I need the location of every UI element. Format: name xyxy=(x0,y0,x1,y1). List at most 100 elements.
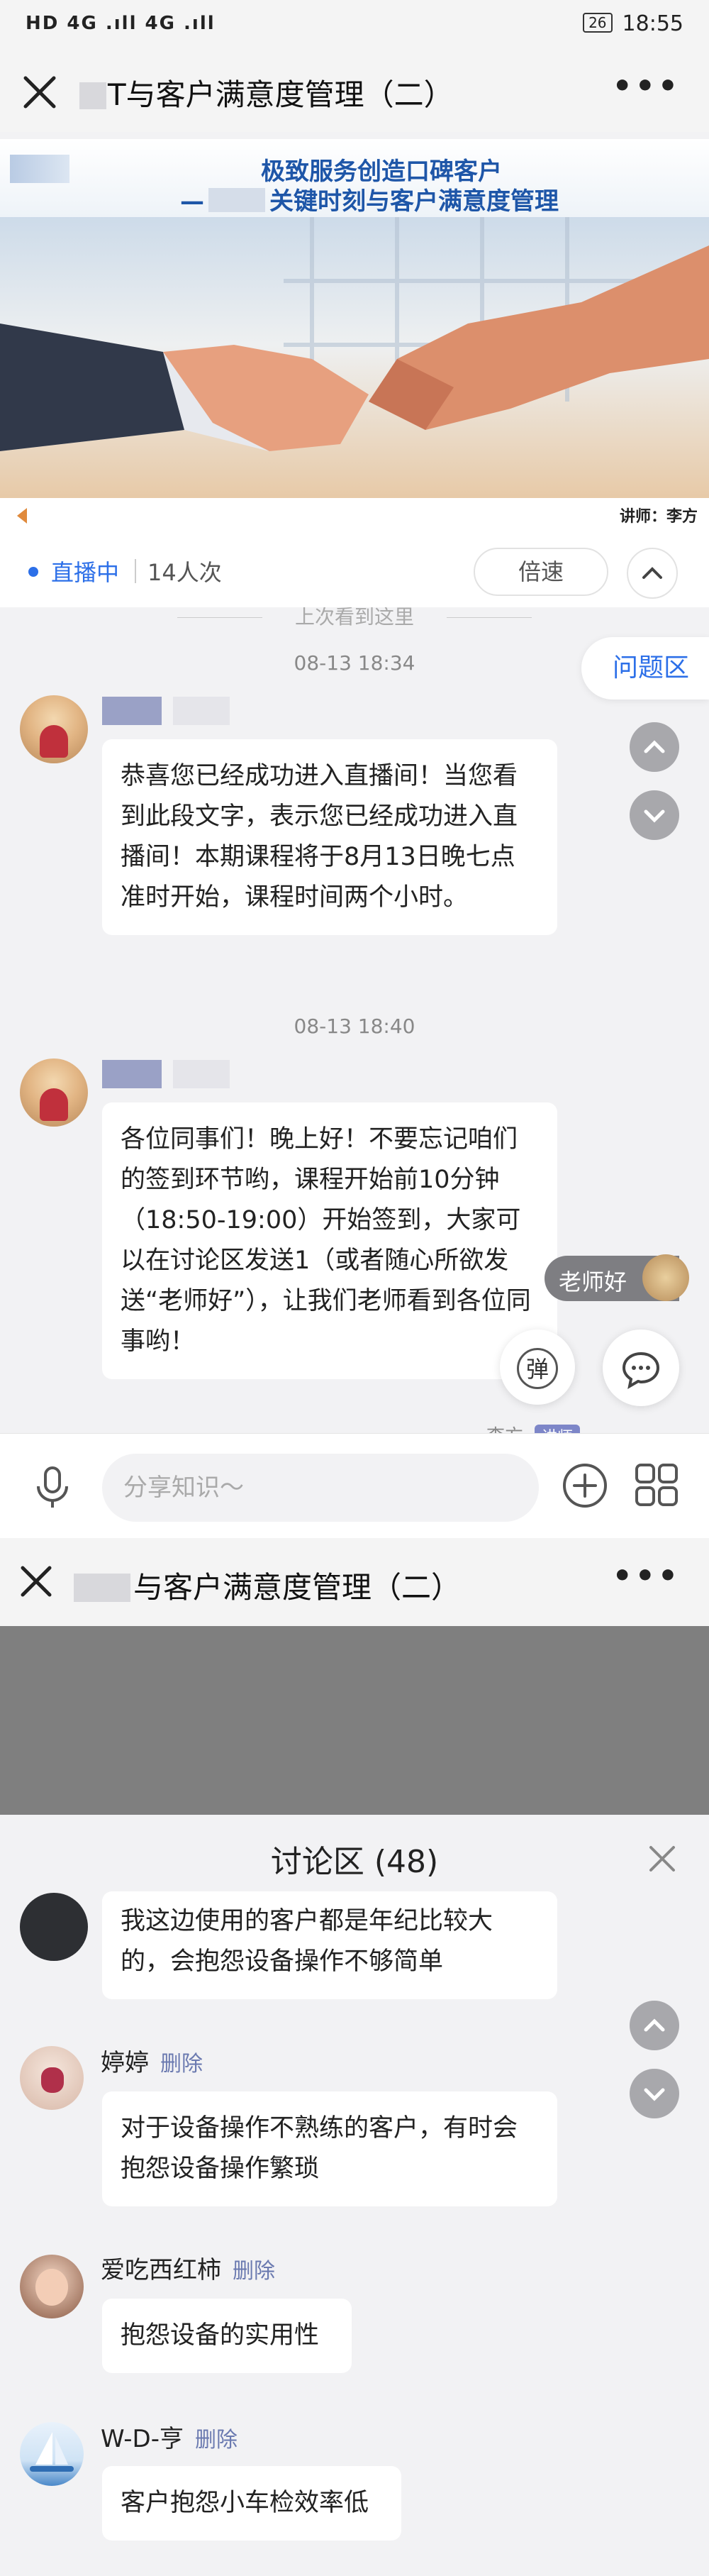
last-seen-text: 上次看到这里 xyxy=(294,607,414,629)
microphone-icon[interactable] xyxy=(33,1465,72,1510)
chat-area[interactable]: 上次看到这里 问题区 08-13 18:34 恭喜您已经成功进入直播间！当您看到… xyxy=(0,607,709,1433)
delete-link[interactable]: 删除 xyxy=(233,2259,275,2284)
handshake-image xyxy=(0,217,709,501)
scroll-up-button[interactable] xyxy=(630,722,679,772)
avatar-figure xyxy=(40,1088,68,1121)
message-bubble: 恭喜您已经成功进入直播间！当您看到此段文字，表示您已经成功进入直播间！本期课程将… xyxy=(102,739,557,935)
banner-line2: — 关键时刻与客户满意度管理 xyxy=(180,182,559,216)
avatar[interactable] xyxy=(20,695,88,763)
comment-bubble: 我这边使用的客户都是年纪比较大的，会抱怨设备操作不够简单 xyxy=(102,1891,557,1999)
close-icon[interactable] xyxy=(18,1564,54,1599)
close-icon[interactable] xyxy=(20,72,60,112)
handshake-illustration xyxy=(0,217,709,501)
chevron-up-icon xyxy=(644,2018,665,2032)
signal-indicators: HD 4G .ıll 4G .ıll xyxy=(26,13,216,34)
more-icon[interactable]: ••• xyxy=(613,68,681,104)
banner-line2-text: 关键时刻与客户满意度管理 xyxy=(269,187,559,216)
title-blur xyxy=(74,1574,130,1602)
chevron-down-icon xyxy=(644,2088,665,2101)
commenter-name-text: 爱吃西红柿 xyxy=(101,2256,221,2284)
danmu-button[interactable]: 弹 xyxy=(500,1330,575,1405)
message-time: 08-13 18:40 xyxy=(294,1015,415,1038)
divider-line-left xyxy=(177,617,262,618)
more-icon[interactable]: ••• xyxy=(613,1558,681,1594)
banner-headline: 极致服务创造口碑客户 — 关键时刻与客户满意度管理 xyxy=(0,139,709,217)
volume-icon[interactable] xyxy=(14,505,31,526)
commenter-name: 婷婷 删除 xyxy=(101,2043,203,2078)
comment-bubble: 客户抱怨小车检效率低 xyxy=(102,2466,401,2541)
commenter-name-text: W-D-亨 xyxy=(101,2425,184,2453)
comment-bubble: 抱怨设备的实用性 xyxy=(102,2299,352,2373)
divider-line-right xyxy=(447,617,532,618)
delete-link[interactable]: 删除 xyxy=(160,2052,203,2077)
name-blur-gray xyxy=(173,1060,230,1088)
message-bubble: 各位同事们！晚上好！不要忘记咱们的签到环节哟，课程开始前10分钟（18:50-1… xyxy=(102,1102,557,1379)
commenter-name: 爱吃西红柿 删除 xyxy=(101,2250,275,2285)
chevron-up-icon xyxy=(642,567,662,579)
page-title: 与客户满意度管理（二） xyxy=(74,1564,461,1607)
floating-comment-text: 老师好 xyxy=(559,1268,627,1295)
avatar-figure xyxy=(40,725,68,758)
collapse-button[interactable] xyxy=(627,548,678,599)
scroll-down-button[interactable] xyxy=(630,790,679,840)
banner-dash: — xyxy=(180,187,204,216)
view-count: 14人次 xyxy=(147,559,222,586)
title-prefix: T xyxy=(108,77,126,112)
title-text: 与客户满意度管理（二） xyxy=(133,1570,462,1605)
input-bar: 分享知识～ xyxy=(0,1433,709,1539)
discussion-panel: 讨论区 (48) 我这边使用的客户都是年纪比较大的，会抱怨设备操作不够简单 婷婷… xyxy=(0,1815,709,2576)
avatar[interactable] xyxy=(20,2046,84,2110)
name-blur-gray xyxy=(173,697,230,725)
page-title: T与客户满意度管理（二） xyxy=(79,71,454,114)
chevron-up-icon xyxy=(644,740,665,753)
live-status-bar: 直播中 14人次 倍速 xyxy=(0,534,709,608)
avatar[interactable] xyxy=(20,2422,84,2486)
title-bar: T与客户满意度管理（二） ••• xyxy=(0,52,709,132)
next-sender-peek: 李方 讲师 xyxy=(486,1422,581,1433)
banner-blur xyxy=(208,188,265,212)
banner-bottom-bar xyxy=(0,498,709,534)
discussion-title: 讨论区 (48) xyxy=(270,1844,439,1880)
divider xyxy=(135,559,136,583)
comment-bubble: 对于设备操作不熟练的客户，有时会抱怨设备操作繁琐 xyxy=(102,2091,557,2206)
avatar[interactable] xyxy=(20,1893,88,1961)
share-input[interactable]: 分享知识～ xyxy=(102,1454,539,1522)
avatar-face xyxy=(35,2269,68,2306)
clock-text: 18:55 xyxy=(622,11,683,36)
close-icon[interactable] xyxy=(647,1843,678,1874)
avatar-figure xyxy=(41,2067,64,2093)
plus-icon[interactable] xyxy=(562,1462,608,1509)
floating-comment: 老师好 xyxy=(545,1254,689,1301)
title-blur xyxy=(79,82,106,109)
delete-link[interactable]: 删除 xyxy=(195,2428,238,2453)
avatar[interactable] xyxy=(20,1058,88,1127)
peek-name: 李方 xyxy=(486,1426,523,1433)
comment-button[interactable] xyxy=(603,1330,679,1406)
speaker-label: 讲师：李方 xyxy=(619,508,698,526)
commenter-name-text: 婷婷 xyxy=(101,2049,149,2077)
clock: 26 18:55 xyxy=(583,11,683,36)
title-bar-secondary: 与客户满意度管理（二） ••• xyxy=(0,1538,709,1626)
sailboat-icon xyxy=(30,2432,74,2472)
avatar[interactable] xyxy=(20,2255,84,2318)
last-seen-divider: 上次看到这里 xyxy=(177,607,532,630)
title-text: 与客户满意度管理（二） xyxy=(125,77,454,112)
danmu-button-label: 弹 xyxy=(517,1348,558,1389)
banner-logo xyxy=(10,155,69,183)
name-blur-blue xyxy=(102,1060,162,1088)
scroll-up-button[interactable] xyxy=(630,2001,679,2050)
live-dot-icon xyxy=(28,567,38,577)
apps-grid-icon[interactable] xyxy=(634,1462,679,1508)
lecturer-badge: 讲师 xyxy=(535,1425,581,1433)
chevron-down-icon xyxy=(644,809,665,823)
speed-button[interactable]: 倍速 xyxy=(474,548,608,596)
floating-comment-avatar xyxy=(642,1254,689,1301)
video-banner[interactable]: 极致服务创造口碑客户 — 关键时刻与客户满意度管理 讲师：李方 xyxy=(0,139,709,534)
live-status: 直播中 xyxy=(51,559,120,586)
commenter-name: W-D-亨 删除 xyxy=(101,2419,238,2454)
chat-bubble-icon xyxy=(622,1351,660,1389)
modal-backdrop[interactable] xyxy=(0,1626,709,1815)
scroll-down-button[interactable] xyxy=(630,2069,679,2118)
message-time: 08-13 18:34 xyxy=(294,651,415,675)
status-bar: HD 4G .ıll 4G .ıll 26 18:55 xyxy=(0,0,709,52)
